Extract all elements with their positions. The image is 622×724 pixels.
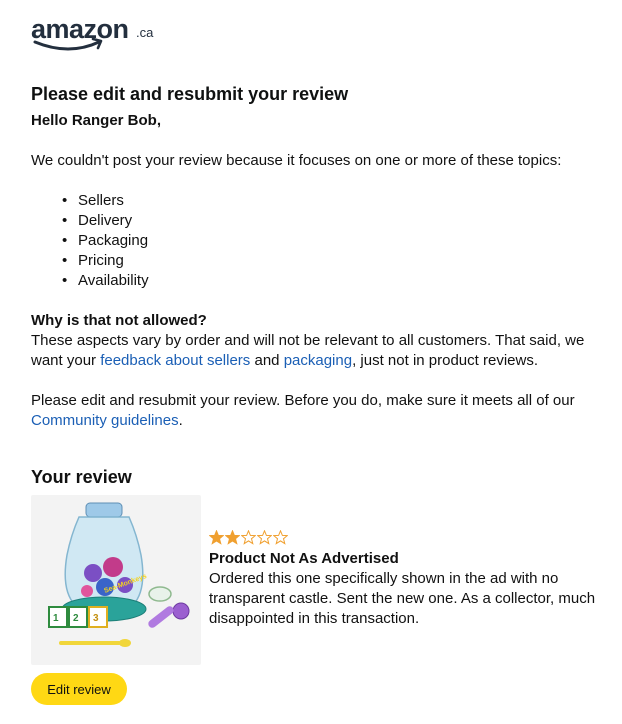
review-text: Ordered this one specifically shown in t… <box>209 570 596 627</box>
intro-text: We couldn't post your review because it … <box>31 152 562 169</box>
svg-text:3: 3 <box>93 613 99 624</box>
community-guidelines-link[interactable]: Community guidelines <box>31 412 179 429</box>
packaging-feedback-link[interactable]: packaging <box>284 352 352 369</box>
list-item: • Availability <box>62 272 149 289</box>
bullet-icon: • <box>62 192 68 209</box>
page-title: Please edit and resubmit your review <box>31 84 349 104</box>
resubmit-paragraph: Please edit and resubmit your review. Be… <box>31 392 575 429</box>
star-filled-icon <box>225 530 240 545</box>
amazon-logo[interactable]: amazon .ca <box>31 12 161 56</box>
topics-list: • Sellers • Delivery • Packaging • Pricing •… <box>31 191 593 291</box>
review-content: Product Not As Advertised Ordered this o… <box>209 530 609 629</box>
bullet-icon: • <box>62 252 68 269</box>
why-heading: Why is that not allowed? <box>31 312 207 329</box>
star-empty-icon <box>241 530 256 545</box>
review-headline: Product Not As Advertised <box>209 550 399 567</box>
why-paragraph: These aspects vary by order and will not… <box>31 332 585 369</box>
review-section-title: Your review <box>31 467 132 487</box>
star-empty-icon <box>257 530 272 545</box>
list-item: • Sellers <box>62 192 124 209</box>
star-filled-icon <box>209 530 224 545</box>
bullet-icon: • <box>62 272 68 289</box>
bullet-icon: • <box>62 212 68 229</box>
svg-text:1: 1 <box>53 613 59 624</box>
star-empty-icon <box>273 530 288 545</box>
product-image[interactable]: Sea-Monkeys 1 2 3 <box>31 495 201 665</box>
bullet-icon: • <box>62 232 68 249</box>
list-item: • Delivery <box>62 212 133 229</box>
svg-text:2: 2 <box>73 613 79 624</box>
edit-review-button[interactable]: Edit review <box>31 673 127 705</box>
list-item: • Packaging <box>62 232 149 249</box>
list-item: • Pricing <box>62 252 124 269</box>
product-illustration: Sea-Monkeys 1 2 3 <box>48 502 190 647</box>
logo-tld: .ca <box>136 25 154 40</box>
email-body: Please edit and resubmit your review Hel… <box>31 83 593 431</box>
smile-arrow-icon <box>33 38 103 51</box>
greeting: Hello Ranger Bob, <box>31 112 162 129</box>
seller-feedback-link[interactable]: feedback about sellers <box>100 352 250 369</box>
star-rating <box>209 530 609 546</box>
